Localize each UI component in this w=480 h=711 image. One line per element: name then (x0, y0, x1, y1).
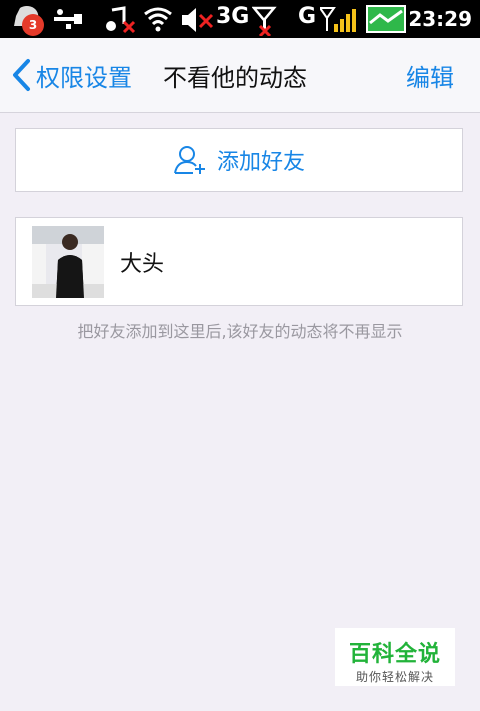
status-clock: 23:29 (408, 7, 472, 31)
add-friend-button[interactable]: 添加好友 (15, 128, 463, 192)
back-button[interactable]: 权限设置 (10, 38, 132, 112)
back-label: 权限设置 (36, 63, 132, 92)
friend-list-item[interactable]: 大头 (15, 217, 463, 306)
add-user-icon (174, 146, 205, 174)
nav-bar: 权限设置 不看他的动态 编辑 (0, 38, 480, 113)
wifi-icon (144, 7, 172, 32)
carrier-label: G (298, 4, 317, 29)
add-friend-label: 添加好友 (216, 150, 305, 175)
notification-badge: 3 (22, 14, 44, 36)
battery-icon (366, 5, 406, 33)
hint-text: 把好友添加到这里后,该好友的动态将不再显示 (77, 322, 403, 341)
page-title: 不看他的动态 (163, 63, 307, 92)
usb-icon (54, 9, 82, 29)
friend-avatar (32, 226, 104, 298)
chevron-left-icon (13, 59, 30, 91)
network-type-label: 3G (216, 4, 250, 29)
signal-strength-icon (320, 7, 356, 32)
watermark-subtitle: 助你轻松解决 (355, 670, 434, 684)
music-muted-icon (106, 6, 136, 34)
friend-name: 大头 (120, 251, 165, 277)
edit-button[interactable]: 编辑 (406, 38, 454, 112)
volume-muted-icon (182, 8, 214, 32)
signal-no-service-icon (252, 6, 277, 36)
status-bar: 3 3G G 23:29 (0, 0, 480, 38)
watermark-title: 百科全说 (348, 642, 441, 667)
watermark-logo: 百科全说 助你轻松解决 (335, 628, 455, 686)
